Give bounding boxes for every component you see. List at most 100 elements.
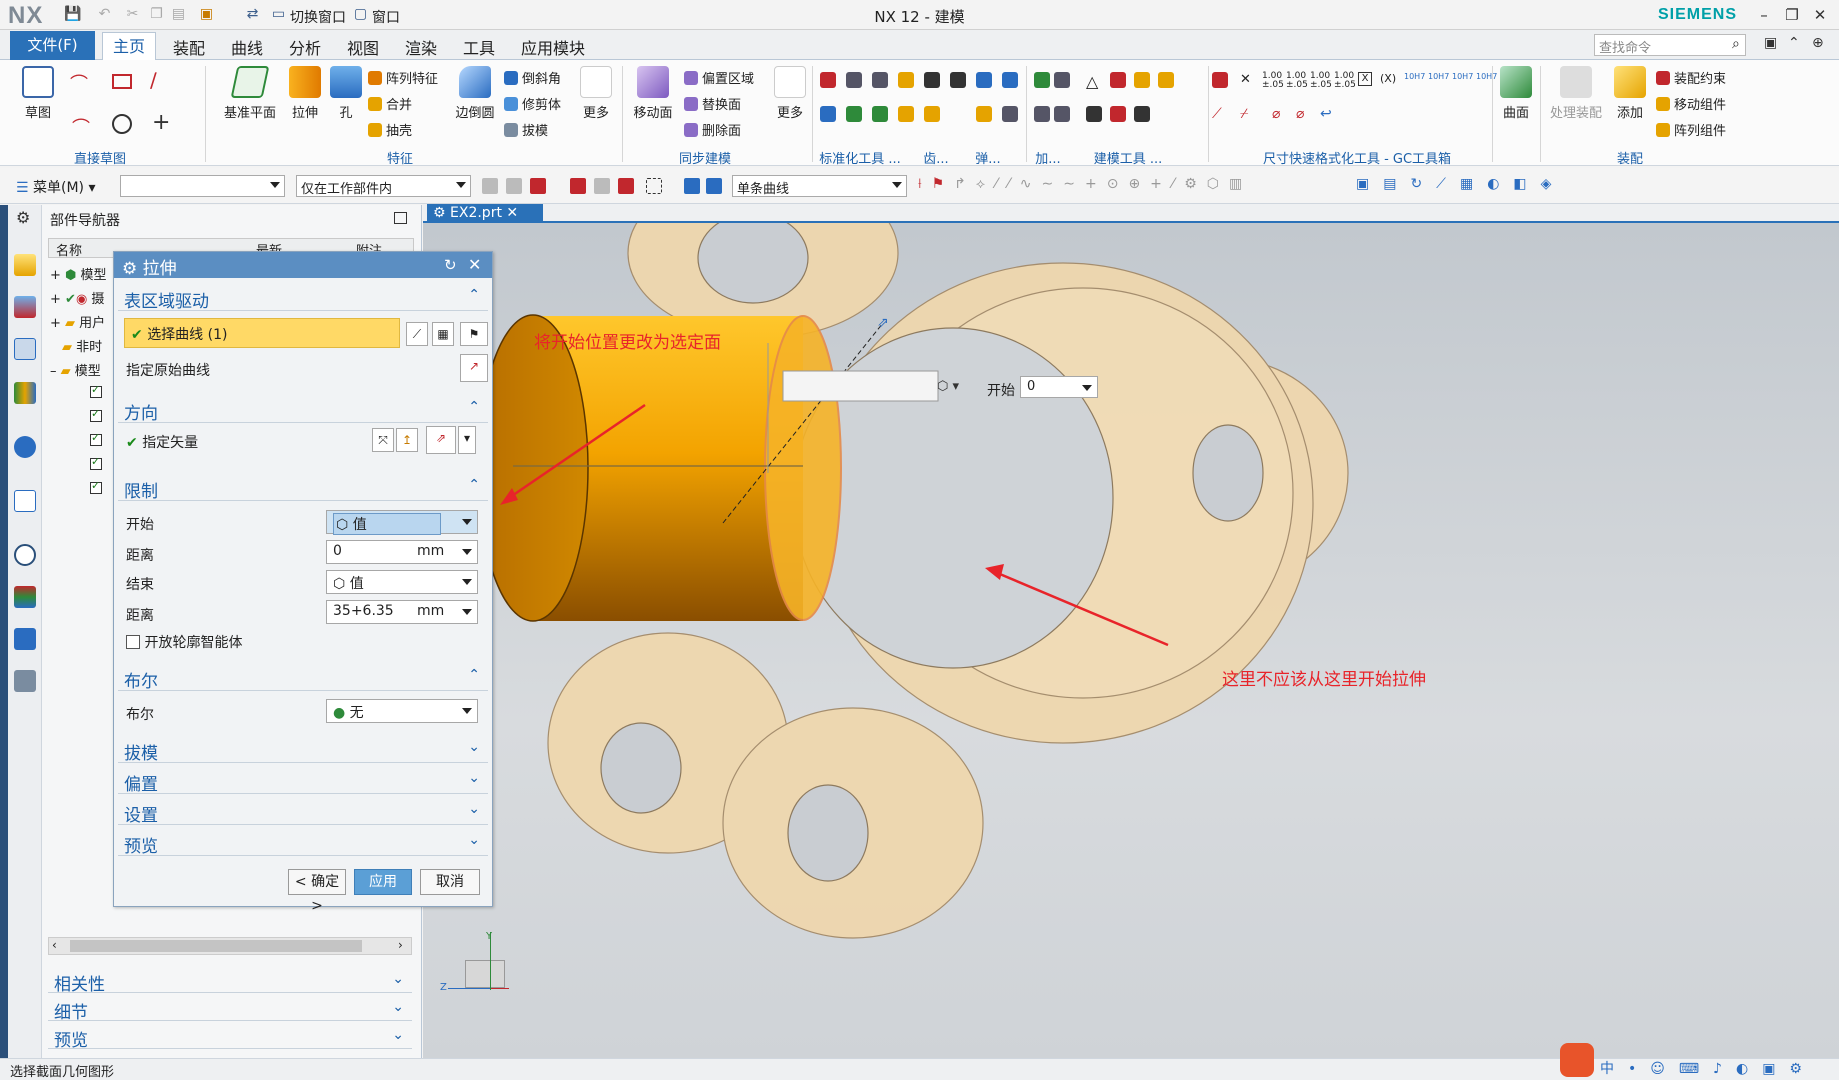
tree-row-camera[interactable]: + ✔◉ 摄 — [50, 288, 104, 307]
constraint-navigator-icon[interactable] — [14, 296, 36, 318]
tab-analysis[interactable]: 分析 — [279, 35, 331, 61]
hole-button[interactable]: 孔 — [328, 66, 364, 121]
paren-x-icon[interactable]: (X) — [1380, 72, 1396, 85]
section-section-header[interactable]: 表区域驱动 ⌃ — [118, 285, 488, 312]
filter-icon[interactable] — [506, 178, 522, 194]
close-icon[interactable]: ✕ — [468, 255, 481, 274]
collapse-ribbon-icon[interactable]: ⌃ — [1788, 35, 1800, 51]
help-icon[interactable]: ⊕ — [1812, 35, 1824, 51]
preview-section-header[interactable]: 预览 ⌄ — [118, 830, 488, 857]
pattern-component-button[interactable]: 阵列组件 — [1656, 120, 1726, 139]
tool-icon[interactable] — [1002, 106, 1018, 122]
roles-icon[interactable] — [14, 670, 36, 692]
edge-blend-button[interactable]: 边倒圆 — [452, 66, 498, 121]
more-features-button[interactable]: 更多 — [576, 66, 616, 121]
tree-item-checkbox[interactable] — [90, 407, 102, 425]
delete-format-icon[interactable]: ✕ — [1240, 72, 1251, 87]
tolerance-icon[interactable]: 1.00 ±.05 — [1334, 72, 1356, 90]
diameter-icon[interactable]: ⌀ — [1272, 106, 1280, 122]
assembly-navigator-icon[interactable] — [14, 254, 36, 276]
vector-type-icon[interactable]: ⇗ — [426, 426, 456, 454]
tree-row-unused-items[interactable]: ▰ 非时 — [62, 336, 102, 355]
dialog-titlebar[interactable]: ⚙ 拉伸 — [114, 252, 492, 279]
sketch-section-icon[interactable]: ⟋ — [406, 322, 428, 346]
open-profile-checkbox[interactable]: 开放轮廓智能体 — [126, 632, 242, 652]
close-window-button[interactable]: ✕ — [1806, 4, 1834, 26]
tolerance-icon[interactable]: 1.00 ±.05 — [1286, 72, 1308, 90]
scroll-right-icon[interactable]: › — [398, 938, 403, 952]
offset-section-header[interactable]: 偏置 ⌄ — [118, 768, 488, 795]
tool-icon[interactable] — [898, 106, 914, 122]
draft-button[interactable]: 拔模 — [504, 120, 548, 139]
tool-icon[interactable] — [1212, 72, 1228, 88]
surface-button[interactable]: 曲面 — [1496, 66, 1536, 121]
tool-icon[interactable]: ⌿ — [1240, 106, 1248, 122]
end-select[interactable]: ⬡ 值 — [326, 570, 478, 594]
part-navigator-icon[interactable] — [14, 338, 36, 360]
gc-toolbox-icons[interactable]: ✕ 1.00 ±.05 1.00 ±.05 1.00 ±.05 1.00 ±.05 X … — [1212, 72, 1497, 134]
pattern-feature-button[interactable]: 阵列特征 — [368, 68, 438, 87]
tool-icon[interactable] — [1134, 106, 1150, 122]
tool-icon[interactable] — [976, 106, 992, 122]
reverse-direction-icon[interactable]: ⤧ — [372, 428, 394, 452]
vector-dropdown[interactable]: ▾ — [458, 426, 476, 454]
line-icon[interactable]: ∕ — [150, 68, 157, 92]
delete-face-button[interactable]: 删除面 — [684, 120, 741, 139]
point-icon[interactable]: + — [152, 110, 170, 135]
tool-icon[interactable] — [1054, 106, 1070, 122]
tab-render[interactable]: 渲染 — [395, 35, 447, 61]
add-component-button[interactable]: 添加 — [1610, 66, 1650, 121]
layout-icon[interactable]: ▣ — [1764, 35, 1777, 51]
minimize-button[interactable]: – — [1750, 4, 1778, 26]
section-preview[interactable]: 预览 ⌄ — [48, 1023, 412, 1051]
tree-row-model-views[interactable]: + ⬢ 模型 — [50, 264, 107, 283]
section-details[interactable]: 细节 ⌄ — [48, 995, 412, 1023]
tab-applications[interactable]: 应用模块 — [511, 35, 595, 61]
tool-icon[interactable] — [1034, 72, 1050, 88]
tool-icon[interactable] — [872, 106, 888, 122]
filter-icon[interactable] — [706, 178, 722, 194]
restore-button[interactable]: ❐ — [1778, 4, 1806, 26]
limits-section-header[interactable]: 限制 ⌃ — [118, 475, 488, 502]
tree-row-model-history[interactable]: – ▰ 模型 — [50, 360, 101, 379]
assembly-constraint-button[interactable]: 装配约束 — [1656, 68, 1726, 87]
tool-icon[interactable] — [820, 72, 836, 88]
tab-assembly[interactable]: 装配 — [163, 35, 215, 61]
tool-icon[interactable] — [1110, 72, 1126, 88]
tree-item-checkbox[interactable] — [90, 455, 102, 473]
tolerance-icon[interactable]: 1.00 ±.05 — [1310, 72, 1332, 90]
move-component-button[interactable]: 移动组件 — [1656, 94, 1726, 113]
profile-icon[interactable]: ⌒ — [70, 70, 88, 96]
diameter-icon[interactable]: ⌀ — [1296, 106, 1304, 122]
tree-item-checkbox[interactable] — [90, 431, 102, 449]
boolean-select[interactable]: ● 无 — [326, 699, 478, 723]
selection-scope-select[interactable]: 仅在工作部件内 — [296, 175, 471, 197]
tab-tools[interactable]: 工具 — [453, 35, 505, 61]
modeling-tools-icons[interactable]: △ — [1086, 72, 1174, 134]
tool-icon[interactable] — [1110, 106, 1126, 122]
ok-button[interactable]: < 确定 > — [288, 869, 346, 914]
circle-icon[interactable] — [112, 114, 132, 134]
tool-icon[interactable] — [872, 72, 888, 88]
filter-icon[interactable] — [618, 178, 634, 194]
tree-item-checkbox[interactable] — [90, 383, 102, 401]
standard-tools-icons[interactable] — [820, 72, 1018, 134]
boolean-section-header[interactable]: 布尔 ⌃ — [118, 665, 488, 692]
ime-logo-icon[interactable] — [1560, 1043, 1594, 1077]
undo-format-icon[interactable]: ↩ — [1320, 106, 1332, 122]
tool-icon[interactable] — [924, 72, 940, 88]
tool-icon[interactable] — [820, 106, 836, 122]
trim-body-button[interactable]: 修剪体 — [504, 94, 561, 113]
file-menu-button[interactable]: 文件(F) — [10, 31, 95, 60]
filter-icon[interactable] — [570, 178, 586, 194]
reuse-library-icon[interactable] — [14, 382, 36, 404]
tool-icon[interactable] — [1158, 72, 1174, 88]
tool-icon[interactable] — [1002, 72, 1018, 88]
apply-button[interactable]: 应用 — [354, 869, 412, 895]
tool-icon[interactable] — [1034, 106, 1050, 122]
move-face-button[interactable]: 移动面 — [628, 66, 678, 121]
menu-dropdown[interactable]: ☰ 菜单(M) ▾ — [16, 177, 96, 197]
settings-section-header[interactable]: 设置 ⌄ — [118, 799, 488, 826]
tab-curve[interactable]: 曲线 — [221, 35, 273, 61]
direction-section-header[interactable]: 方向 ⌃ — [118, 397, 488, 424]
